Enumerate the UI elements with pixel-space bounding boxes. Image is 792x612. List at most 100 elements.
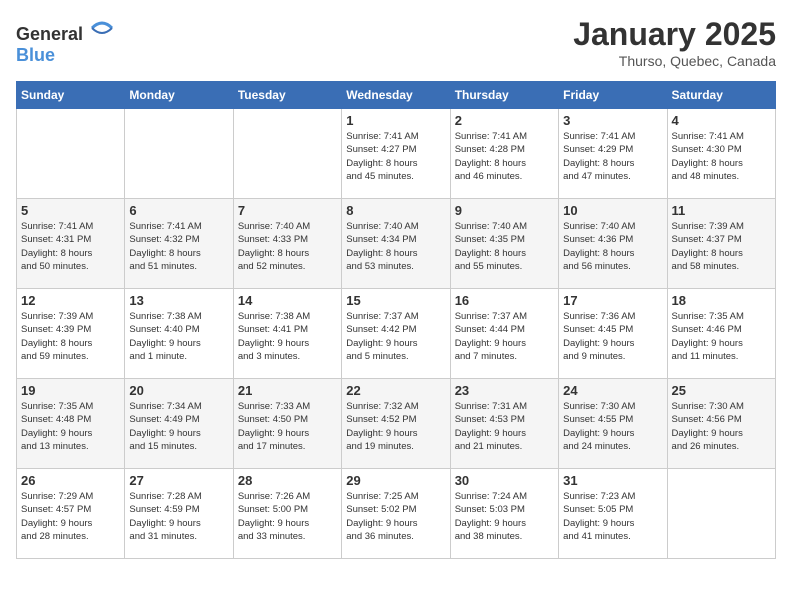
day-of-week-header: Wednesday (342, 82, 450, 109)
calendar-day-cell: 10 Sunrise: 7:40 AM Sunset: 4:36 PM Dayli… (559, 199, 667, 289)
calendar-day-cell: 20Sunrise: 7:34 AM Sunset: 4:49 PM Dayli… (125, 379, 233, 469)
calendar-week-row: 26Sunrise: 7:29 AM Sunset: 4:57 PM Dayli… (17, 469, 776, 559)
calendar-day-cell: 21 Sunrise: 7:33 AM Sunset: 4:50 PM Dayli… (233, 379, 341, 469)
day-info: Sunrise: 7:38 AM Sunset: 4:41 PM Dayligh… (238, 310, 337, 363)
calendar-day-cell: 19Sunrise: 7:35 AM Sunset: 4:48 PM Dayli… (17, 379, 125, 469)
calendar-day-cell: 28 Sunrise: 7:26 AM Sunset: 5:00 PM Dayli… (233, 469, 341, 559)
logo-blue: Blue (16, 45, 55, 65)
day-info: Sunrise: 7:31 AM Sunset: 4:53 PM Dayligh… (455, 400, 554, 453)
calendar-day-cell (125, 109, 233, 199)
calendar-day-cell: 11 Sunrise: 7:39 AM Sunset: 4:37 PM Dayli… (667, 199, 775, 289)
day-number: 27 (129, 473, 228, 488)
day-info: Sunrise: 7:37 AM Sunset: 4:42 PM Dayligh… (346, 310, 445, 363)
day-number: 23 (455, 383, 554, 398)
day-number: 12 (21, 293, 120, 308)
day-number: 11 (672, 203, 771, 218)
day-info: Sunrise: 7:37 AM Sunset: 4:44 PM Dayligh… (455, 310, 554, 363)
day-info: Sunrise: 7:36 AM Sunset: 4:45 PM Dayligh… (563, 310, 662, 363)
main-title: January 2025 (573, 16, 776, 53)
day-info: Sunrise: 7:40 AM Sunset: 4:35 PM Dayligh… (455, 220, 554, 273)
logo: General Blue (16, 16, 114, 66)
calendar-day-cell: 23 Sunrise: 7:31 AM Sunset: 4:53 PM Dayli… (450, 379, 558, 469)
day-number: 4 (672, 113, 771, 128)
day-number: 31 (563, 473, 662, 488)
header: General Blue January 2025 Thurso, Quebec… (16, 16, 776, 69)
calendar-table: SundayMondayTuesdayWednesdayThursdayFrid… (16, 81, 776, 559)
logo-icon (90, 16, 114, 40)
day-number: 15 (346, 293, 445, 308)
calendar-day-cell: 30 Sunrise: 7:24 AM Sunset: 5:03 PM Dayli… (450, 469, 558, 559)
calendar-day-cell: 14Sunrise: 7:38 AM Sunset: 4:41 PM Dayli… (233, 289, 341, 379)
day-info: Sunrise: 7:24 AM Sunset: 5:03 PM Dayligh… (455, 490, 554, 543)
calendar-week-row: 19Sunrise: 7:35 AM Sunset: 4:48 PM Dayli… (17, 379, 776, 469)
day-of-week-header: Tuesday (233, 82, 341, 109)
day-info: Sunrise: 7:41 AM Sunset: 4:28 PM Dayligh… (455, 130, 554, 183)
day-number: 2 (455, 113, 554, 128)
day-number: 19 (21, 383, 120, 398)
day-number: 13 (129, 293, 228, 308)
day-info: Sunrise: 7:41 AM Sunset: 4:32 PM Dayligh… (129, 220, 228, 273)
day-number: 10 (563, 203, 662, 218)
calendar-day-cell: 17 Sunrise: 7:36 AM Sunset: 4:45 PM Dayli… (559, 289, 667, 379)
day-number: 3 (563, 113, 662, 128)
calendar-day-cell: 7 Sunrise: 7:40 AM Sunset: 4:33 PM Daylig… (233, 199, 341, 289)
calendar-day-cell: 12 Sunrise: 7:39 AM Sunset: 4:39 PM Dayli… (17, 289, 125, 379)
calendar-day-cell: 31 Sunrise: 7:23 AM Sunset: 5:05 PM Dayli… (559, 469, 667, 559)
calendar-day-cell: 27 Sunrise: 7:28 AM Sunset: 4:59 PM Dayli… (125, 469, 233, 559)
calendar-day-cell (233, 109, 341, 199)
day-info: Sunrise: 7:30 AM Sunset: 4:56 PM Dayligh… (672, 400, 771, 453)
subtitle: Thurso, Quebec, Canada (573, 53, 776, 69)
calendar-day-cell: 1 Sunrise: 7:41 AM Sunset: 4:27 PM Daylig… (342, 109, 450, 199)
day-info: Sunrise: 7:30 AM Sunset: 4:55 PM Dayligh… (563, 400, 662, 453)
day-number: 17 (563, 293, 662, 308)
day-number: 9 (455, 203, 554, 218)
day-info: Sunrise: 7:23 AM Sunset: 5:05 PM Dayligh… (563, 490, 662, 543)
day-info: Sunrise: 7:25 AM Sunset: 5:02 PM Dayligh… (346, 490, 445, 543)
day-info: Sunrise: 7:39 AM Sunset: 4:37 PM Dayligh… (672, 220, 771, 273)
day-of-week-header: Thursday (450, 82, 558, 109)
day-number: 24 (563, 383, 662, 398)
calendar-week-row: 1 Sunrise: 7:41 AM Sunset: 4:27 PM Daylig… (17, 109, 776, 199)
day-number: 18 (672, 293, 771, 308)
calendar-day-cell: 6 Sunrise: 7:41 AM Sunset: 4:32 PM Daylig… (125, 199, 233, 289)
calendar-day-cell: 8 Sunrise: 7:40 AM Sunset: 4:34 PM Daylig… (342, 199, 450, 289)
day-number: 16 (455, 293, 554, 308)
calendar-day-cell: 15 Sunrise: 7:37 AM Sunset: 4:42 PM Dayli… (342, 289, 450, 379)
day-number: 20 (129, 383, 228, 398)
title-area: January 2025 Thurso, Quebec, Canada (573, 16, 776, 69)
day-info: Sunrise: 7:41 AM Sunset: 4:30 PM Dayligh… (672, 130, 771, 183)
day-number: 28 (238, 473, 337, 488)
day-number: 8 (346, 203, 445, 218)
calendar-day-cell: 26Sunrise: 7:29 AM Sunset: 4:57 PM Dayli… (17, 469, 125, 559)
day-of-week-header: Saturday (667, 82, 775, 109)
day-info: Sunrise: 7:38 AM Sunset: 4:40 PM Dayligh… (129, 310, 228, 363)
day-number: 26 (21, 473, 120, 488)
calendar-day-cell: 16 Sunrise: 7:37 AM Sunset: 4:44 PM Dayli… (450, 289, 558, 379)
day-number: 7 (238, 203, 337, 218)
calendar-day-cell (667, 469, 775, 559)
day-number: 1 (346, 113, 445, 128)
day-number: 21 (238, 383, 337, 398)
day-info: Sunrise: 7:40 AM Sunset: 4:33 PM Dayligh… (238, 220, 337, 273)
day-of-week-header: Monday (125, 82, 233, 109)
day-info: Sunrise: 7:40 AM Sunset: 4:34 PM Dayligh… (346, 220, 445, 273)
day-number: 30 (455, 473, 554, 488)
day-info: Sunrise: 7:35 AM Sunset: 4:46 PM Dayligh… (672, 310, 771, 363)
day-info: Sunrise: 7:33 AM Sunset: 4:50 PM Dayligh… (238, 400, 337, 453)
day-of-week-header: Sunday (17, 82, 125, 109)
day-info: Sunrise: 7:26 AM Sunset: 5:00 PM Dayligh… (238, 490, 337, 543)
calendar-day-cell: 2 Sunrise: 7:41 AM Sunset: 4:28 PM Daylig… (450, 109, 558, 199)
day-number: 5 (21, 203, 120, 218)
day-info: Sunrise: 7:28 AM Sunset: 4:59 PM Dayligh… (129, 490, 228, 543)
day-info: Sunrise: 7:40 AM Sunset: 4:36 PM Dayligh… (563, 220, 662, 273)
calendar-day-cell: 18 Sunrise: 7:35 AM Sunset: 4:46 PM Dayli… (667, 289, 775, 379)
day-number: 6 (129, 203, 228, 218)
day-number: 29 (346, 473, 445, 488)
logo-general: General (16, 24, 83, 44)
calendar-week-row: 5 Sunrise: 7:41 AM Sunset: 4:31 PM Daylig… (17, 199, 776, 289)
day-info: Sunrise: 7:39 AM Sunset: 4:39 PM Dayligh… (21, 310, 120, 363)
day-info: Sunrise: 7:41 AM Sunset: 4:31 PM Dayligh… (21, 220, 120, 273)
calendar-day-cell: 9 Sunrise: 7:40 AM Sunset: 4:35 PM Daylig… (450, 199, 558, 289)
day-info: Sunrise: 7:41 AM Sunset: 4:27 PM Dayligh… (346, 130, 445, 183)
calendar-day-cell: 24 Sunrise: 7:30 AM Sunset: 4:55 PM Dayli… (559, 379, 667, 469)
